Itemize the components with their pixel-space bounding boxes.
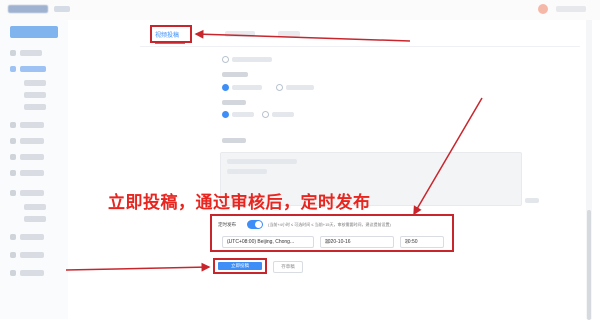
radio-option[interactable] <box>222 56 229 63</box>
time-picker[interactable]: 20:50 ◷ <box>400 236 444 248</box>
calendar-icon: ▦ <box>325 239 330 245</box>
tab-divider <box>140 46 580 47</box>
field-label <box>222 72 248 77</box>
sidebar-item[interactable] <box>20 190 44 196</box>
notification-icon[interactable] <box>538 4 548 14</box>
radio-option-selected[interactable] <box>222 84 229 91</box>
sidebar-icon <box>10 252 16 258</box>
toggle-knob <box>255 221 262 228</box>
logo[interactable] <box>8 5 48 13</box>
sidebar-icon <box>10 234 16 240</box>
scrollbar-thumb[interactable] <box>587 210 591 320</box>
textarea-placeholder <box>227 169 267 174</box>
chevron-down-icon: ⌄ <box>227 239 232 245</box>
top-bar <box>0 0 600 21</box>
sidebar-item[interactable] <box>20 170 44 176</box>
timezone-select[interactable]: (UTC+08:00) Beijing, Chong... ⌄ <box>222 236 314 248</box>
save-draft-label: 存草稿 <box>281 264 295 269</box>
sidebar-item[interactable] <box>20 270 44 276</box>
sidebar-item[interactable] <box>20 50 42 56</box>
sidebar-icon <box>10 190 16 196</box>
sidebar-item[interactable] <box>20 252 44 258</box>
sidebar-item[interactable] <box>20 234 44 240</box>
sidebar-subitem[interactable] <box>24 216 46 222</box>
sidebar-item-active[interactable] <box>20 66 46 72</box>
tab-placeholder[interactable] <box>225 31 255 37</box>
radio-label <box>286 85 314 90</box>
sidebar-icon <box>10 154 16 160</box>
schedule-label: 定时发布 <box>218 222 236 227</box>
radio-option[interactable] <box>262 111 269 118</box>
schedule-toggle[interactable] <box>247 220 263 229</box>
user-menu[interactable] <box>556 6 586 12</box>
scrollbar[interactable] <box>586 20 592 320</box>
publish-now-button[interactable]: 立即投稿 <box>218 262 262 270</box>
radio-label <box>232 57 272 62</box>
tab-placeholder[interactable] <box>278 31 300 37</box>
sidebar <box>0 20 69 319</box>
radio-label <box>272 112 294 117</box>
field-label <box>222 138 246 143</box>
date-picker[interactable]: 2020-10-16 ▦ <box>320 236 394 248</box>
radio-option-selected[interactable] <box>222 111 229 118</box>
radio-label <box>232 112 254 117</box>
sidebar-upload-button[interactable] <box>10 26 58 38</box>
sidebar-icon <box>10 50 16 56</box>
publish-button-label: 立即投稿 <box>231 263 249 268</box>
annotation-box-tab <box>150 25 192 43</box>
sidebar-subitem[interactable] <box>24 204 46 210</box>
schedule-publish-section: 定时发布 (当前+4小时 ≤ 可选时间 ≤ 当前+15天，审核需要时间，建议提前… <box>210 214 454 252</box>
clock-icon: ◷ <box>405 239 410 245</box>
sidebar-icon <box>10 122 16 128</box>
radio-option[interactable] <box>276 84 283 91</box>
sidebar-item[interactable] <box>20 138 44 144</box>
sidebar-item[interactable] <box>20 122 44 128</box>
sidebar-icon <box>10 170 16 176</box>
sidebar-subitem[interactable] <box>24 80 46 86</box>
sidebar-item[interactable] <box>20 154 44 160</box>
annotation-box-publish: 立即投稿 <box>213 258 267 274</box>
sidebar-icon <box>10 138 16 144</box>
sidebar-subitem[interactable] <box>24 104 46 110</box>
sidebar-icon <box>10 270 16 276</box>
field-label <box>222 100 246 105</box>
textarea-placeholder <box>227 159 297 164</box>
logo-subtitle <box>54 6 70 12</box>
radio-label <box>232 85 262 90</box>
schedule-note: (当前+4小时 ≤ 可选时间 ≤ 当前+15天，审核需要时间，建议提前设置) <box>268 222 391 227</box>
annotation-caption: 立即投稿，通过审核后，定时发布 <box>108 193 371 213</box>
sidebar-icon <box>10 66 16 72</box>
sidebar-subitem[interactable] <box>24 92 46 98</box>
save-draft-button[interactable]: 存草稿 <box>273 261 303 273</box>
char-count <box>525 198 539 203</box>
